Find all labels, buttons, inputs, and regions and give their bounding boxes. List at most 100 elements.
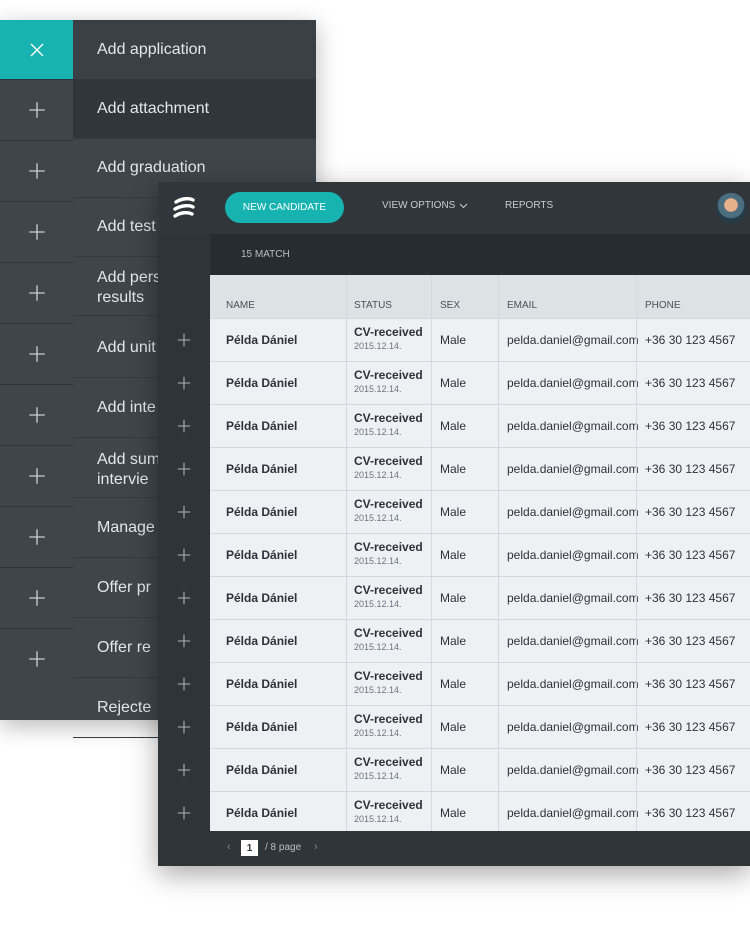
row-add-button[interactable] xyxy=(174,588,194,608)
rail-add-button[interactable] xyxy=(0,567,73,627)
plus-icon xyxy=(28,406,45,423)
view-options-dropdown[interactable]: VIEW OPTIONS xyxy=(382,200,468,211)
menu-item[interactable]: Add attachment xyxy=(73,79,316,139)
email-value: pelda.daniel@gmail.com xyxy=(507,720,639,734)
rail-add-button[interactable] xyxy=(0,628,73,688)
candidate-name: Példa Dániel xyxy=(226,591,298,605)
plus-icon xyxy=(28,589,45,606)
candidate-name: Példa Dániel xyxy=(226,634,298,648)
row-add-button[interactable] xyxy=(174,760,194,780)
rail-add-button[interactable] xyxy=(0,79,73,139)
status-date: 2015.12.14. xyxy=(354,341,402,351)
plus-icon xyxy=(177,806,191,820)
candidate-name: Példa Dániel xyxy=(226,376,298,390)
reports-link[interactable]: REPORTS xyxy=(505,200,553,211)
column-header-email[interactable]: EMAIL xyxy=(507,300,537,311)
phone-value: +36 30 123 4567 xyxy=(645,634,736,648)
status-date: 2015.12.14. xyxy=(354,513,402,523)
table-row[interactable]: Példa Dániel CV-received 2015.12.14. Male pe… xyxy=(210,318,750,361)
plus-icon xyxy=(177,763,191,777)
column-header-status[interactable]: STATUS xyxy=(354,300,392,311)
row-add-button[interactable] xyxy=(174,459,194,479)
phone-value: +36 30 123 4567 xyxy=(645,677,736,691)
status-date: 2015.12.14. xyxy=(354,556,402,566)
plus-icon xyxy=(177,591,191,605)
next-page-button[interactable]: › xyxy=(314,841,318,853)
column-header-sex[interactable]: SEX xyxy=(440,300,460,311)
table-header: NAME STATUS SEX EMAIL PHONE xyxy=(210,275,750,318)
table-row[interactable]: Példa Dániel CV-received 2015.12.14. Male pe… xyxy=(210,533,750,576)
candidate-name: Példa Dániel xyxy=(226,548,298,562)
status-label: CV-received xyxy=(354,798,423,812)
status-date: 2015.12.14. xyxy=(354,728,402,738)
menu-item-label: Add application xyxy=(97,40,207,58)
table-row[interactable]: Példa Dániel CV-received 2015.12.14. Male pe… xyxy=(210,748,750,791)
row-add-button[interactable] xyxy=(174,330,194,350)
table-row[interactable]: Példa Dániel CV-received 2015.12.14. Male pe… xyxy=(210,404,750,447)
row-add-button[interactable] xyxy=(174,631,194,651)
rail-add-button[interactable] xyxy=(0,323,73,383)
email-value: pelda.daniel@gmail.com xyxy=(507,548,639,562)
match-bar: 15 MATCH xyxy=(210,234,750,275)
rail-add-button[interactable] xyxy=(0,384,73,444)
table-row[interactable]: Példa Dániel CV-received 2015.12.14. Male pe… xyxy=(210,791,750,834)
current-page: 1 xyxy=(241,840,258,856)
candidate-name: Példa Dániel xyxy=(226,419,298,433)
candidates-window: NEW CANDIDATE VIEW OPTIONS REPORTS 15 MA… xyxy=(158,182,750,866)
email-value: pelda.daniel@gmail.com xyxy=(507,806,639,820)
menu-item-label: Add inte xyxy=(97,398,156,416)
table-row[interactable]: Példa Dániel CV-received 2015.12.14. Male pe… xyxy=(210,361,750,404)
rail-add-button[interactable] xyxy=(0,445,73,505)
sex-value: Male xyxy=(440,419,467,433)
menu-item-label: Offer pr xyxy=(97,578,151,596)
plus-icon xyxy=(28,162,45,179)
prev-page-button[interactable]: ‹ xyxy=(227,841,231,853)
column-header-name[interactable]: NAME xyxy=(226,300,255,311)
plus-icon xyxy=(177,634,191,648)
sex-value: Male xyxy=(440,462,467,476)
phone-value: +36 30 123 4567 xyxy=(645,806,736,820)
menu-item-label: Add graduation xyxy=(97,158,206,176)
candidate-name: Példa Dániel xyxy=(226,333,298,347)
table-row[interactable]: Példa Dániel CV-received 2015.12.14. Male pe… xyxy=(210,447,750,490)
menu-item-label: Offer re xyxy=(97,638,151,656)
view-options-label: VIEW OPTIONS xyxy=(382,200,456,211)
column-divider xyxy=(636,275,637,831)
plus-icon xyxy=(28,345,45,362)
candidate-name: Példa Dániel xyxy=(226,806,298,820)
status-date: 2015.12.14. xyxy=(354,470,402,480)
row-add-button[interactable] xyxy=(174,803,194,823)
table-row[interactable]: Példa Dániel CV-received 2015.12.14. Male pe… xyxy=(210,705,750,748)
new-candidate-button[interactable]: NEW CANDIDATE xyxy=(225,192,344,223)
menu-item[interactable]: Add application xyxy=(73,20,316,80)
plus-icon xyxy=(177,677,191,691)
plus-icon xyxy=(28,528,45,545)
menu-item-label: Add pers results xyxy=(97,269,162,306)
phone-value: +36 30 123 4567 xyxy=(645,720,736,734)
status-label: CV-received xyxy=(354,626,423,640)
row-add-button[interactable] xyxy=(174,416,194,436)
table-row[interactable]: Példa Dániel CV-received 2015.12.14. Male pe… xyxy=(210,576,750,619)
plus-icon xyxy=(28,467,45,484)
column-divider xyxy=(346,275,347,831)
email-value: pelda.daniel@gmail.com xyxy=(507,505,639,519)
rail-add-button[interactable] xyxy=(0,140,73,200)
table-row[interactable]: Példa Dániel CV-received 2015.12.14. Male pe… xyxy=(210,662,750,705)
row-add-button[interactable] xyxy=(174,502,194,522)
avatar[interactable] xyxy=(716,193,746,223)
rail-add-button[interactable] xyxy=(0,506,73,566)
row-add-button[interactable] xyxy=(174,373,194,393)
status-label: CV-received xyxy=(354,669,423,683)
rail-add-button[interactable] xyxy=(0,201,73,261)
sex-value: Male xyxy=(440,333,467,347)
row-add-button[interactable] xyxy=(174,674,194,694)
close-button[interactable] xyxy=(0,20,73,79)
row-add-button[interactable] xyxy=(174,545,194,565)
row-add-button[interactable] xyxy=(174,717,194,737)
column-divider xyxy=(498,275,499,831)
table-row[interactable]: Példa Dániel CV-received 2015.12.14. Male pe… xyxy=(210,619,750,662)
rail-add-button[interactable] xyxy=(0,262,73,322)
table-row[interactable]: Példa Dániel CV-received 2015.12.14. Male pe… xyxy=(210,490,750,533)
logo-icon[interactable] xyxy=(170,194,198,222)
column-header-phone[interactable]: PHONE xyxy=(645,300,681,311)
